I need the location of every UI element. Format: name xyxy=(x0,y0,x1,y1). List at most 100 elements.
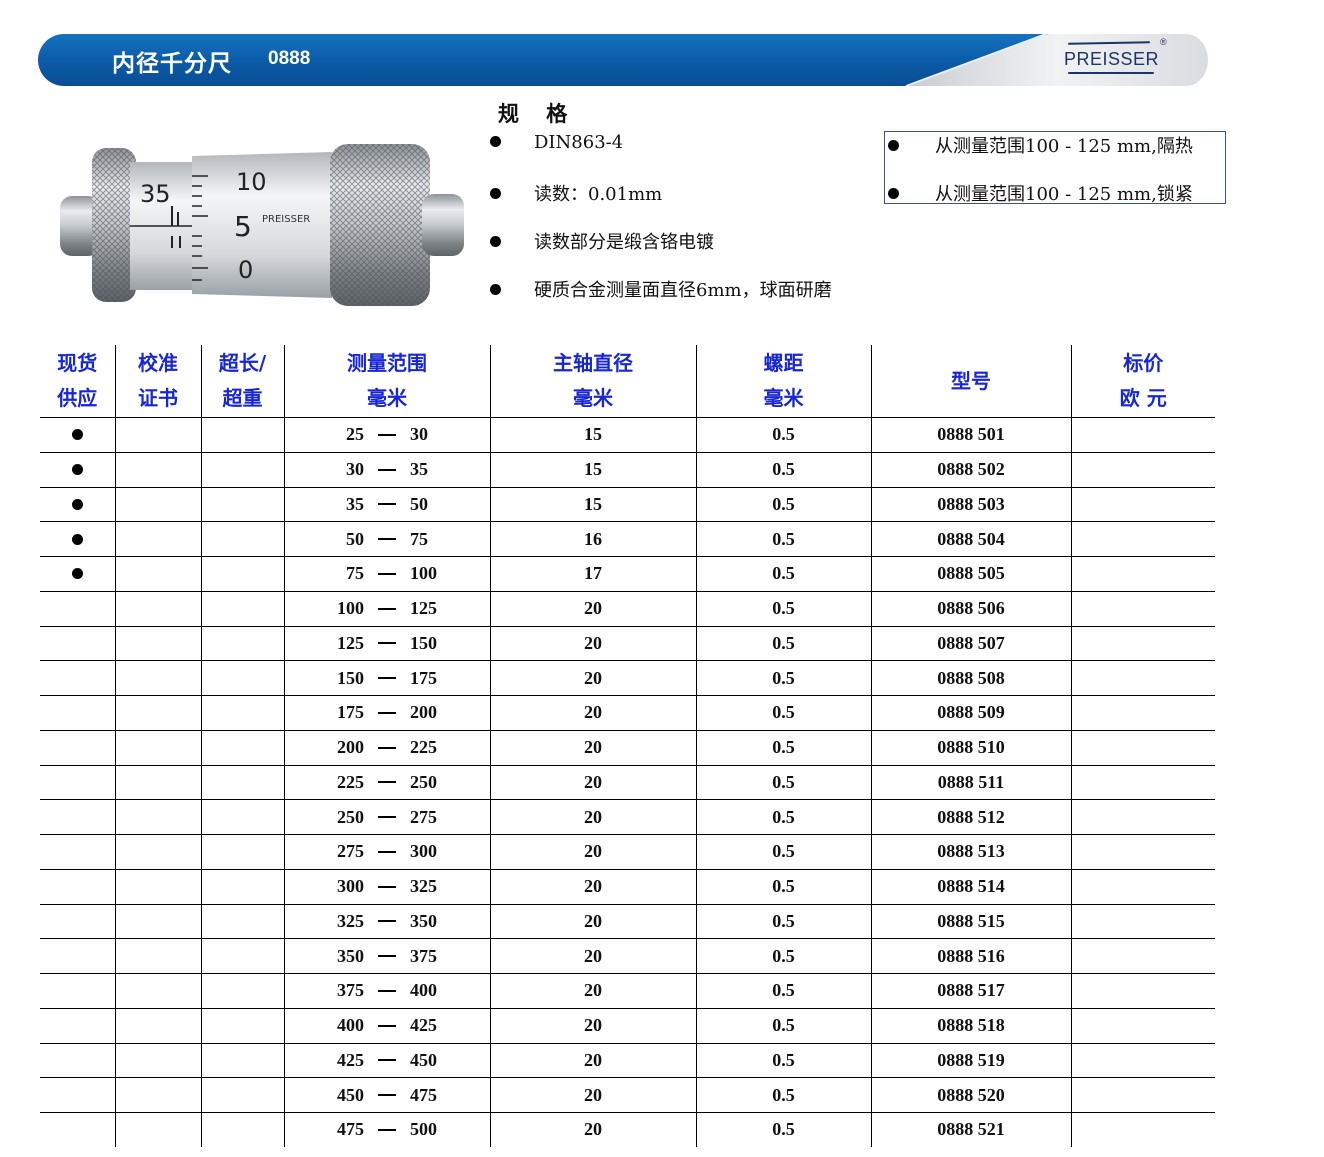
cell-spindle: 20 xyxy=(489,904,696,940)
cell-stock xyxy=(40,695,115,731)
range-high: 250 xyxy=(410,771,437,792)
cell-spindle: 20 xyxy=(489,695,696,731)
dash-icon xyxy=(378,1128,396,1131)
model-number: 0888 512 xyxy=(937,806,1005,827)
cell-price xyxy=(1070,730,1215,766)
dash-icon xyxy=(378,468,396,471)
spindle-value: 20 xyxy=(584,1119,602,1140)
cell-spindle: 17 xyxy=(489,556,696,592)
table-row: 300 325 20 0.5 0888 514 xyxy=(40,869,1215,905)
table-row: 450 475 20 0.5 0888 520 xyxy=(40,1077,1215,1113)
cell-stock xyxy=(40,1113,115,1147)
dash-icon xyxy=(378,955,396,958)
cell-stock xyxy=(40,799,115,835)
spec-text: DIN863-4 xyxy=(534,132,624,153)
range-high: 300 xyxy=(410,841,437,862)
range-value: 325 350 xyxy=(324,911,450,932)
cell-certificate xyxy=(114,869,201,905)
cell-price xyxy=(1070,834,1215,870)
bullet-icon xyxy=(490,235,501,247)
cell-price xyxy=(1070,417,1215,453)
spec-text: 读数：0.01mm xyxy=(534,184,663,205)
cell-pitch: 0.5 xyxy=(695,938,871,974)
cell-price xyxy=(1070,1043,1215,1079)
spindle-value: 17 xyxy=(584,563,602,584)
cell-certificate xyxy=(114,626,201,662)
spindle-value: 20 xyxy=(584,841,602,862)
range-low: 300 xyxy=(337,876,364,897)
range-low: 475 xyxy=(337,1119,364,1140)
option-text: 从测量范围100 - 125 mm,隔热 xyxy=(935,136,1193,157)
cell-oversize xyxy=(200,1077,284,1113)
inside-micrometer-icon: 35 10 5 0 PREISSER xyxy=(60,144,464,306)
cell-price xyxy=(1070,556,1215,592)
cell-oversize xyxy=(200,452,284,488)
cell-spindle: 20 xyxy=(489,765,696,801)
model-number: 0888 503 xyxy=(937,493,1005,514)
model-number: 0888 513 xyxy=(937,841,1005,862)
cell-spindle: 20 xyxy=(489,626,696,662)
header-label: 超长/ xyxy=(218,351,267,375)
range-low: 250 xyxy=(337,806,364,827)
cell-price xyxy=(1070,1112,1215,1147)
bullet-icon xyxy=(888,139,899,151)
cell-pitch: 0.5 xyxy=(695,973,871,1009)
range-value: 275 300 xyxy=(324,841,450,862)
product-code: 0888 xyxy=(268,48,311,69)
cell-certificate xyxy=(114,452,201,488)
pitch-value: 0.5 xyxy=(772,1015,795,1036)
range-high: 100 xyxy=(410,563,437,584)
header-label: 毫米 xyxy=(573,386,613,410)
cell-range: 75 100 xyxy=(283,556,490,592)
table-row: 25 30 15 0.5 0888 501 xyxy=(40,417,1215,453)
range-value: 250 275 xyxy=(324,807,450,828)
cell-range: 100 125 xyxy=(283,591,490,627)
cell-pitch: 0.5 xyxy=(695,904,871,940)
cell-spindle: 20 xyxy=(489,1077,696,1113)
svg-text:10: 10 xyxy=(236,168,267,196)
svg-text:35: 35 xyxy=(140,180,171,208)
range-value: 425 450 xyxy=(324,1050,450,1071)
pitch-value: 0.5 xyxy=(772,632,795,653)
range-low: 25 xyxy=(346,424,364,445)
range-value: 200 225 xyxy=(324,737,450,758)
cell-model: 0888 513 xyxy=(870,834,1071,870)
cell-model: 0888 505 xyxy=(870,556,1071,592)
spec-item: DIN863-4 xyxy=(490,132,623,153)
cell-pitch: 0.5 xyxy=(695,1008,871,1044)
spindle-value: 20 xyxy=(584,667,602,688)
cell-range: 30 35 xyxy=(283,452,490,488)
cell-certificate xyxy=(114,973,201,1009)
header-label: 超重 xyxy=(222,386,263,410)
cell-range: 350 375 xyxy=(283,938,490,974)
header-model: 型号 xyxy=(870,345,1071,418)
pitch-value: 0.5 xyxy=(772,667,795,688)
range-value: 150 175 xyxy=(324,668,450,689)
cell-certificate xyxy=(114,487,201,523)
cell-pitch: 0.5 xyxy=(695,1112,871,1147)
cell-oversize xyxy=(200,799,284,835)
model-number: 0888 510 xyxy=(937,737,1005,758)
range-low: 75 xyxy=(346,563,364,584)
stock-bullet-icon xyxy=(71,429,83,441)
pitch-value: 0.5 xyxy=(772,493,795,514)
header-label: 主轴直径 xyxy=(553,351,633,375)
spindle-value: 20 xyxy=(584,910,602,931)
cell-price xyxy=(1070,765,1215,801)
dash-icon xyxy=(378,503,396,506)
dash-icon xyxy=(378,538,396,541)
dash-icon xyxy=(378,850,396,853)
cell-oversize xyxy=(200,1043,284,1079)
model-number: 0888 508 xyxy=(937,667,1005,688)
dash-icon xyxy=(378,711,396,714)
cell-stock xyxy=(40,1008,115,1044)
range-low: 275 xyxy=(337,841,364,862)
range-low: 125 xyxy=(337,632,364,653)
pitch-value: 0.5 xyxy=(772,598,795,619)
cell-spindle: 20 xyxy=(489,1008,696,1044)
pitch-value: 0.5 xyxy=(772,1084,795,1105)
cell-model: 0888 510 xyxy=(870,730,1071,766)
cell-oversize xyxy=(200,1008,284,1044)
cell-pitch: 0.5 xyxy=(695,799,871,835)
dash-icon xyxy=(378,885,396,888)
